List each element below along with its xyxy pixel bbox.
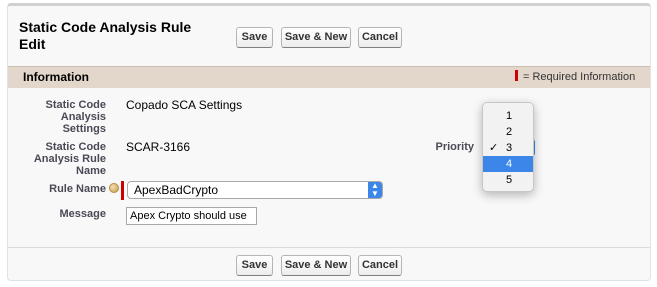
priority-dropdown-menu[interactable]: 1 2 ✓ 3 4 5 [482, 102, 534, 192]
checkmark-icon: ✓ [489, 142, 499, 154]
priority-option-5[interactable]: 5 [483, 172, 533, 188]
priority-option-label: 5 [506, 174, 513, 186]
rule-name-select[interactable]: ApexBadCrypto ▲ ▼ [127, 181, 383, 199]
priority-option-2[interactable]: 2 [483, 124, 533, 140]
settings-label: Static Code Analysis Settings [45, 99, 106, 135]
required-legend: = Required Information [515, 70, 635, 83]
message-field[interactable] [126, 207, 257, 225]
section-title: Information [23, 70, 89, 84]
priority-option-1[interactable]: 1 [483, 108, 533, 124]
priority-option-label: 1 [506, 110, 513, 122]
footer-divider [8, 247, 650, 248]
required-indicator [121, 181, 124, 200]
required-marker-icon [515, 70, 518, 81]
rule-name-selected-value: ApexBadCrypto [134, 183, 219, 197]
message-label: Message [59, 208, 106, 220]
priority-option-3[interactable]: ✓ 3 [483, 140, 533, 156]
save-button-bottom[interactable]: Save [236, 255, 273, 276]
cancel-button-top[interactable]: Cancel [358, 27, 402, 48]
priority-option-label: 2 [506, 126, 513, 138]
cancel-button-bottom[interactable]: Cancel [358, 255, 402, 276]
up-down-chevron-icon: ▲ ▼ [368, 182, 382, 198]
save-and-new-button-bottom[interactable]: Save & New [281, 255, 351, 276]
save-and-new-button-top[interactable]: Save & New [281, 27, 351, 48]
priority-option-4[interactable]: 4 [483, 156, 533, 172]
settings-value: Copado SCA Settings [126, 98, 243, 112]
priority-label: Priority [435, 141, 474, 153]
help-icon[interactable] [109, 183, 119, 193]
rule-record-name-value: SCAR-3166 [126, 140, 191, 154]
information-section-header: Information = Required Information [8, 66, 650, 88]
save-button-top[interactable]: Save [236, 27, 273, 48]
priority-option-label: 3 [506, 142, 513, 154]
priority-option-label: 4 [506, 158, 513, 170]
rule-name-label: Rule Name [49, 183, 106, 195]
required-legend-text: = Required Information [523, 71, 636, 83]
page-title: Static Code Analysis Rule Edit [19, 19, 192, 52]
rule-record-name-label: Static Code Analysis Rule Name [33, 141, 106, 177]
